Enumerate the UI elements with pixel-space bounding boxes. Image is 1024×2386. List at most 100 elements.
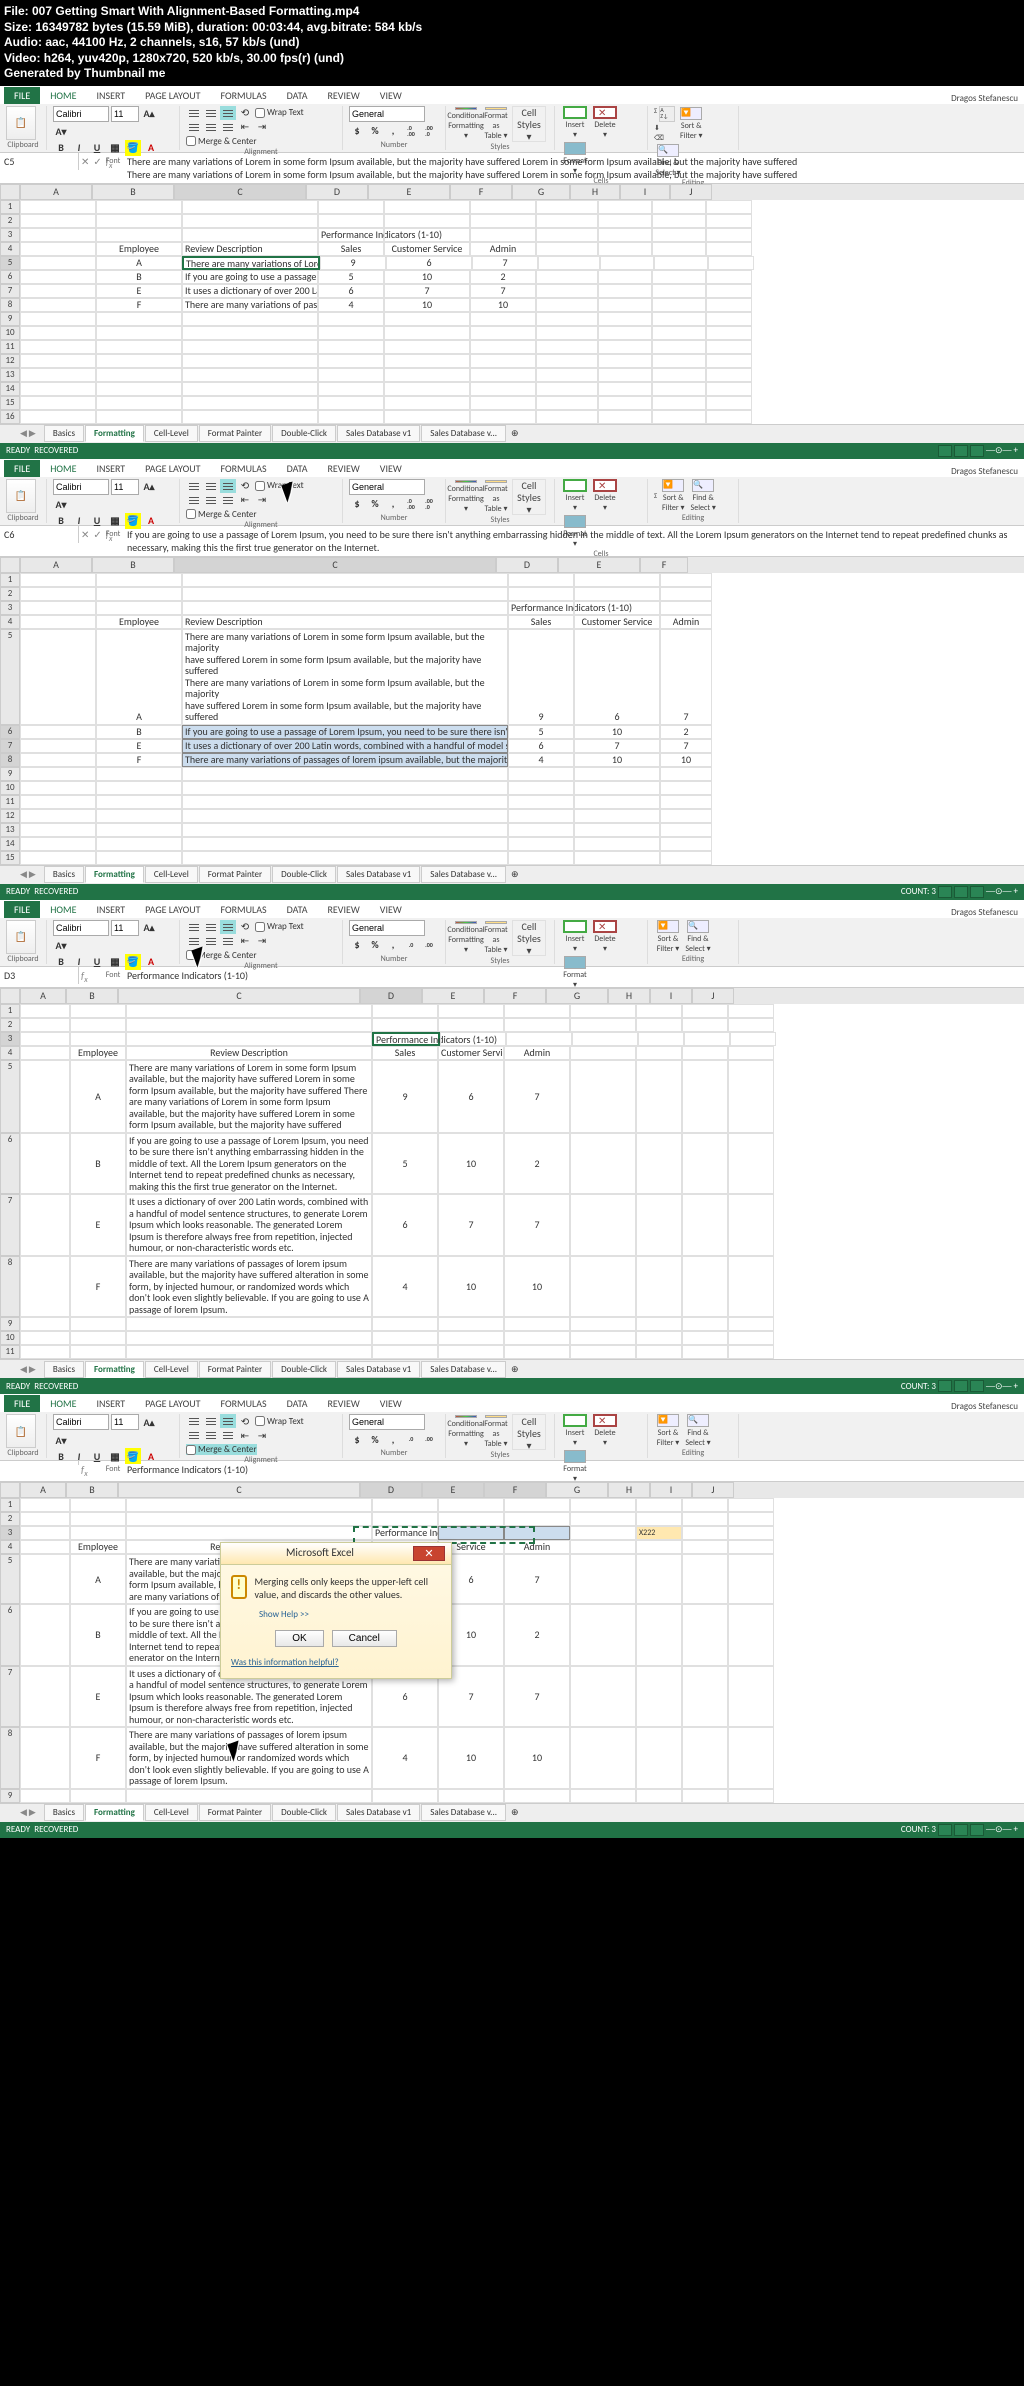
file-tab[interactable]: FILE — [4, 901, 40, 918]
paste-button[interactable]: 📋 — [6, 106, 36, 140]
sort-filter-button[interactable]: 🔽Sort & Filter ▾ — [659, 479, 687, 513]
cell[interactable] — [20, 270, 96, 284]
cell[interactable]: There are many variations of passages of… — [182, 753, 508, 767]
cell[interactable] — [706, 312, 752, 326]
cell[interactable] — [438, 1498, 504, 1512]
format-as-table-button[interactable]: Format as Table ▾ — [482, 921, 510, 955]
cell[interactable] — [182, 573, 508, 587]
cell[interactable] — [574, 795, 660, 809]
cancel-button[interactable]: Cancel — [332, 1630, 397, 1647]
cell[interactable] — [636, 1331, 682, 1345]
cell[interactable] — [536, 200, 598, 214]
underline-button[interactable]: U — [89, 140, 105, 156]
cell[interactable] — [682, 1004, 728, 1018]
sheet-tab[interactable]: Format Painter — [199, 866, 271, 883]
sheet-tab[interactable]: Sales Database v... — [421, 1361, 506, 1378]
cell[interactable] — [508, 795, 574, 809]
cell[interactable] — [570, 1512, 636, 1526]
cell[interactable] — [70, 1512, 126, 1526]
cell[interactable] — [96, 809, 182, 823]
cell[interactable]: 7 — [472, 256, 538, 270]
row-header[interactable]: 3 — [0, 601, 20, 615]
clear-icon[interactable]: ⌫ — [654, 133, 675, 142]
cell-styles-button[interactable]: Cell Styles ▾ — [512, 1414, 546, 1450]
tab-page-layout[interactable]: PAGE LAYOUT — [135, 1395, 210, 1412]
cell[interactable]: E — [96, 284, 182, 298]
cell[interactable]: 7 — [574, 739, 660, 753]
add-sheet-icon[interactable]: ⊕ — [511, 428, 519, 439]
cell[interactable] — [70, 1317, 126, 1331]
cell[interactable] — [20, 767, 96, 781]
increase-font-icon[interactable]: A▴ — [141, 1414, 157, 1430]
cell[interactable] — [636, 1540, 682, 1554]
cell[interactable] — [660, 851, 712, 865]
column-header[interactable]: A — [20, 988, 66, 1004]
cell[interactable] — [660, 587, 712, 601]
cell[interactable] — [598, 228, 652, 242]
cell[interactable] — [574, 809, 660, 823]
cell[interactable]: 7 — [470, 284, 536, 298]
wrap-text-checkbox[interactable]: Wrap Text — [255, 107, 304, 118]
cell[interactable] — [126, 1004, 372, 1018]
column-header[interactable]: F — [484, 988, 546, 1004]
cell[interactable] — [318, 214, 384, 228]
align-middle-icon[interactable] — [203, 479, 219, 493]
cell[interactable] — [384, 368, 470, 382]
cell[interactable] — [20, 851, 96, 865]
cell[interactable] — [636, 1004, 682, 1018]
conditional-formatting-button[interactable]: Conditional Formatting ▾ — [452, 1415, 480, 1449]
view-layout-icon[interactable] — [954, 1824, 968, 1836]
view-break-icon[interactable] — [970, 1380, 984, 1392]
row-header[interactable]: 8 — [0, 298, 20, 312]
cell[interactable] — [20, 354, 96, 368]
align-right-icon[interactable] — [220, 493, 236, 507]
cell[interactable]: Review Description — [126, 1046, 372, 1060]
row-header[interactable]: 1 — [0, 573, 20, 587]
column-header[interactable]: H — [608, 988, 650, 1004]
cell[interactable]: 5 — [318, 270, 384, 284]
cell[interactable]: Customer Service — [574, 615, 660, 629]
cell[interactable] — [182, 587, 508, 601]
tab-insert[interactable]: INSERT — [87, 901, 136, 918]
cell[interactable] — [684, 1032, 730, 1046]
cell[interactable] — [728, 1046, 774, 1060]
tab-home[interactable]: HOME — [40, 1395, 86, 1412]
cell[interactable] — [182, 410, 318, 424]
row-header[interactable]: 4 — [0, 615, 20, 629]
cell[interactable] — [470, 228, 536, 242]
cell[interactable] — [70, 1345, 126, 1359]
cell[interactable] — [706, 410, 752, 424]
italic-button[interactable]: I — [71, 513, 87, 529]
cell[interactable] — [70, 1004, 126, 1018]
sheet-nav-first-icon[interactable]: ◀ — [20, 1807, 27, 1818]
wrap-text-checkbox[interactable]: Wrap Text — [255, 1416, 304, 1427]
cell[interactable]: If you are going to use a passage o — [182, 270, 318, 284]
cell-styles-button[interactable]: Cell Styles ▾ — [512, 479, 546, 515]
cell[interactable] — [20, 256, 96, 270]
format-cells-button[interactable]: Format ▾ — [561, 515, 589, 549]
border-button[interactable]: ▦ — [107, 1448, 123, 1464]
cell[interactable] — [598, 410, 652, 424]
cell[interactable] — [598, 326, 652, 340]
underline-button[interactable]: U — [89, 954, 105, 970]
row-header[interactable]: 6 — [0, 1133, 20, 1195]
cell[interactable] — [20, 1512, 70, 1526]
row-header[interactable]: 11 — [0, 1345, 20, 1359]
cell[interactable] — [96, 410, 182, 424]
cell[interactable] — [508, 823, 574, 837]
cell[interactable] — [20, 601, 96, 615]
autosum-icon[interactable]: Σ — [654, 491, 657, 500]
sort-az-icon[interactable]: AZ↓ — [659, 106, 675, 122]
cell[interactable]: Performance Indicators (1-10) — [318, 228, 384, 242]
cell[interactable]: If you are going to use a passage of Lor… — [182, 725, 508, 739]
cell[interactable] — [728, 1512, 774, 1526]
cell[interactable] — [706, 200, 752, 214]
cell[interactable] — [570, 1004, 636, 1018]
row-header[interactable]: 10 — [0, 326, 20, 340]
cell[interactable] — [470, 410, 536, 424]
cell[interactable] — [182, 767, 508, 781]
row-header[interactable]: 2 — [0, 1018, 20, 1032]
cell[interactable] — [598, 382, 652, 396]
increase-indent-icon[interactable]: ⇥ — [254, 493, 270, 507]
row-header[interactable]: 2 — [0, 587, 20, 601]
